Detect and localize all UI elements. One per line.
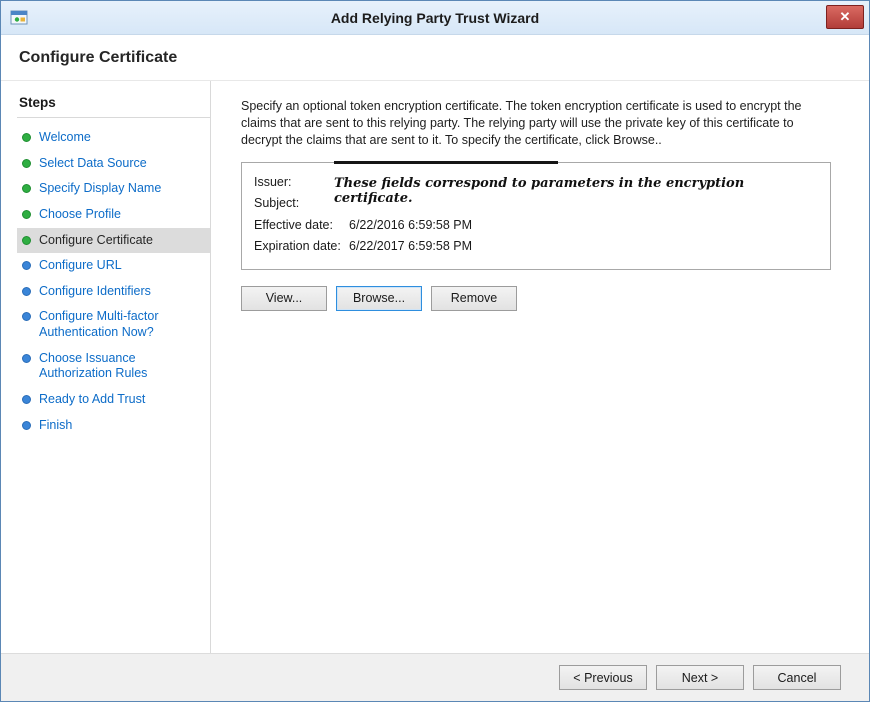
- cert-field-value: 6/22/2016 6:59:58 PM: [349, 215, 818, 237]
- sidebar-item-choose-profile[interactable]: Choose Profile: [17, 202, 210, 228]
- step-label: Configure Identifiers: [39, 284, 151, 300]
- cert-field-value: 6/22/2017 6:59:58 PM: [349, 236, 818, 258]
- next-button[interactable]: Next >: [656, 665, 744, 690]
- step-label: Ready to Add Trust: [39, 392, 145, 408]
- annotation-top-line: [334, 161, 558, 164]
- wizard-footer: < Previous Next > Cancel: [1, 653, 869, 701]
- steps-list: Welcome Select Data Source Specify Displ…: [17, 125, 210, 438]
- sidebar-item-specify-display-name[interactable]: Specify Display Name: [17, 176, 210, 202]
- sidebar-item-configure-identifiers[interactable]: Configure Identifiers: [17, 279, 210, 305]
- sidebar-item-choose-issuance-rules[interactable]: Choose Issuance Authorization Rules: [17, 346, 210, 387]
- previous-button[interactable]: < Previous: [559, 665, 647, 690]
- certificate-actions: View... Browse... Remove: [241, 286, 831, 311]
- step-status-icon: [22, 184, 31, 193]
- wizard-body: Steps Welcome Select Data Source Specify…: [1, 81, 869, 653]
- step-status-icon: [22, 159, 31, 168]
- steps-sidebar: Steps Welcome Select Data Source Specify…: [1, 81, 211, 653]
- step-status-icon: [22, 261, 31, 270]
- window-title: Add Relying Party Trust Wizard: [1, 10, 869, 26]
- step-status-icon: [22, 354, 31, 363]
- sidebar-item-finish[interactable]: Finish: [17, 413, 210, 439]
- app-icon: [10, 9, 28, 27]
- remove-button[interactable]: Remove: [431, 286, 517, 311]
- sidebar-item-configure-url[interactable]: Configure URL: [17, 253, 210, 279]
- certificate-details-box: Issuer: Subject: Effective date: 6/22/20…: [241, 162, 831, 270]
- titlebar: Add Relying Party Trust Wizard ✕: [1, 1, 869, 35]
- page-title: Configure Certificate: [19, 49, 177, 67]
- step-label: Specify Display Name: [39, 181, 161, 197]
- step-content: Specify an optional token encryption cer…: [211, 81, 869, 653]
- sidebar-item-configure-multi-factor[interactable]: Configure Multi-factor Authentication No…: [17, 304, 210, 345]
- step-label: Configure Multi-factor Authentication No…: [39, 309, 204, 340]
- cert-field-row-effective-date: Effective date: 6/22/2016 6:59:58 PM: [254, 215, 818, 237]
- steps-heading: Steps: [17, 93, 210, 118]
- sidebar-item-welcome[interactable]: Welcome: [17, 125, 210, 151]
- sidebar-item-configure-certificate[interactable]: Configure Certificate: [17, 228, 210, 254]
- step-label: Finish: [39, 418, 72, 434]
- annotation-note: These fields correspond to parameters in…: [334, 176, 812, 206]
- step-status-icon: [22, 236, 31, 245]
- step-label: Configure URL: [39, 258, 122, 274]
- step-status-icon: [22, 421, 31, 430]
- sidebar-item-ready-to-add-trust[interactable]: Ready to Add Trust: [17, 387, 210, 413]
- close-icon: ✕: [840, 9, 851, 25]
- sidebar-item-select-data-source[interactable]: Select Data Source: [17, 151, 210, 177]
- browse-button[interactable]: Browse...: [336, 286, 422, 311]
- step-description: Specify an optional token encryption cer…: [241, 98, 831, 149]
- step-label: Choose Profile: [39, 207, 121, 223]
- cert-field-label: Expiration date:: [254, 236, 349, 258]
- step-status-icon: [22, 287, 31, 296]
- step-label: Choose Issuance Authorization Rules: [39, 351, 204, 382]
- cert-field-row-expiration-date: Expiration date: 6/22/2017 6:59:58 PM: [254, 236, 818, 258]
- close-button[interactable]: ✕: [826, 5, 864, 29]
- step-status-icon: [22, 210, 31, 219]
- step-label: Welcome: [39, 130, 91, 146]
- view-button[interactable]: View...: [241, 286, 327, 311]
- step-label: Configure Certificate: [39, 233, 153, 249]
- wizard-window: Add Relying Party Trust Wizard ✕ Configu…: [0, 0, 870, 702]
- step-status-icon: [22, 133, 31, 142]
- step-status-icon: [22, 312, 31, 321]
- step-status-icon: [22, 395, 31, 404]
- cancel-button[interactable]: Cancel: [753, 665, 841, 690]
- cert-field-label: Effective date:: [254, 215, 349, 237]
- page-header: Configure Certificate: [1, 35, 869, 81]
- step-label: Select Data Source: [39, 156, 147, 172]
